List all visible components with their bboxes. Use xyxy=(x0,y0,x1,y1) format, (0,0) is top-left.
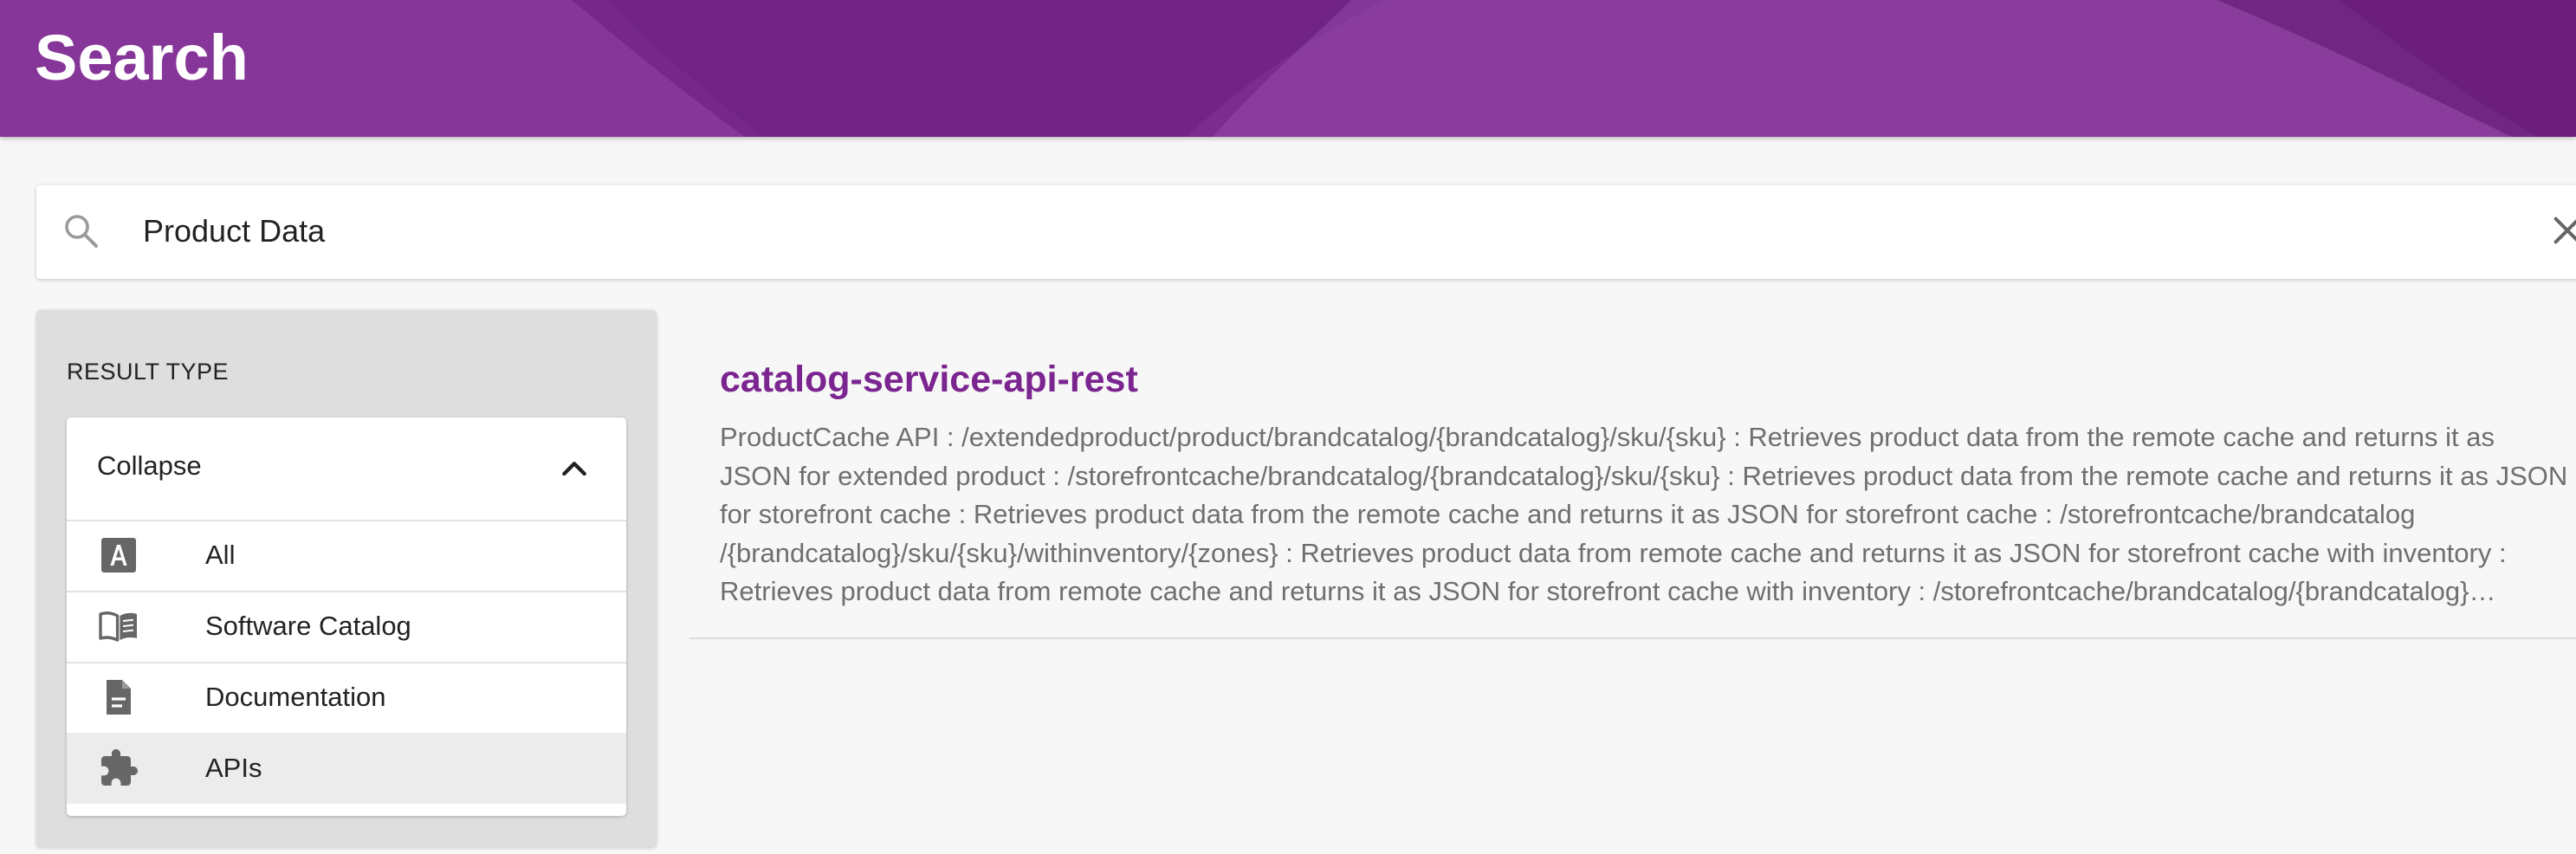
search-result: catalog-service-api-rest ProductCache AP… xyxy=(689,346,2576,639)
page-header: Search xyxy=(0,0,2576,137)
chevron-up-icon xyxy=(562,462,586,476)
result-title-link[interactable]: catalog-service-api-rest xyxy=(720,359,1138,401)
result-type-label: Software Catalog xyxy=(205,611,411,641)
puzzle-icon xyxy=(101,749,138,786)
letter-a-icon xyxy=(101,538,136,573)
header-background xyxy=(0,0,2576,137)
result-type-all[interactable]: All xyxy=(67,520,626,592)
result-snippet: ProductCache API : /extendedproduct/prod… xyxy=(720,422,2568,606)
result-type-card: Collapse All Software Catalog Documentat… xyxy=(67,417,626,816)
result-type-software-catalog[interactable]: Software Catalog xyxy=(67,591,626,663)
collapse-toggle[interactable]: Collapse xyxy=(67,417,626,521)
close-icon[interactable] xyxy=(2550,213,2576,248)
result-type-apis[interactable]: APIs xyxy=(67,733,626,804)
search-input[interactable] xyxy=(143,204,2482,258)
page-title: Search xyxy=(35,22,249,94)
result-type-heading: RESULT TYPE xyxy=(67,359,230,385)
result-type-label: Documentation xyxy=(205,682,386,712)
document-icon xyxy=(107,680,131,715)
result-type-documentation[interactable]: Documentation xyxy=(67,662,626,734)
collapse-label: Collapse xyxy=(97,450,202,481)
result-type-label: APIs xyxy=(205,753,262,783)
search-icon[interactable] xyxy=(61,210,102,252)
result-type-label: All xyxy=(205,540,236,570)
book-icon xyxy=(99,611,137,642)
